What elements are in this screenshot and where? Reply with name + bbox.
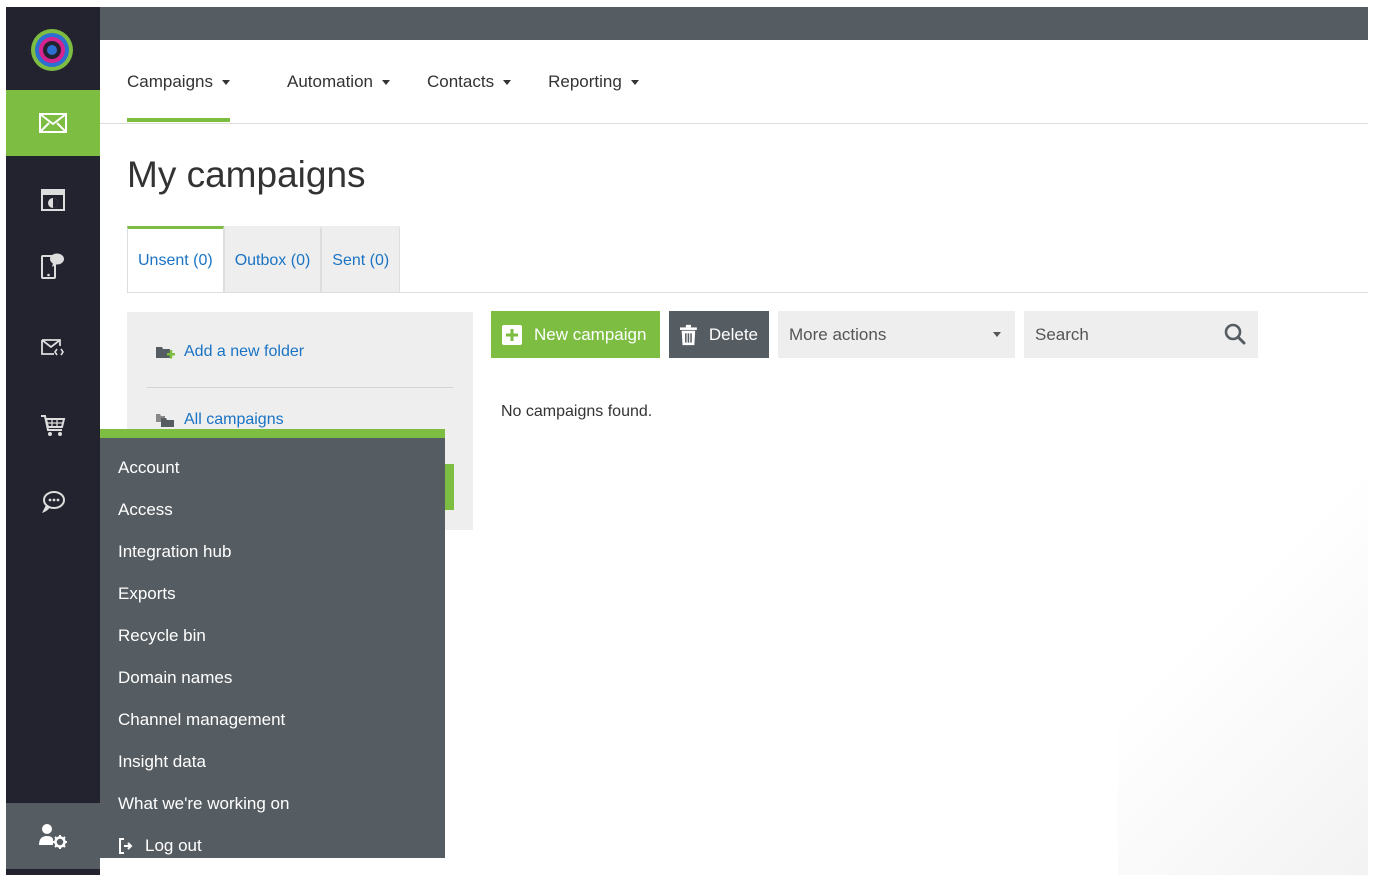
folders-icon [156,414,174,427]
target-logo[interactable] [29,27,75,73]
background-shade [1118,440,1368,875]
nav-reporting-label: Reporting [548,72,622,91]
nav-chat-icon[interactable] [6,469,100,535]
nav-email-code-icon[interactable] [6,313,100,379]
empty-message: No campaigns found. [501,403,653,420]
nav-landing-page-icon[interactable] [6,167,100,233]
add-folder-icon [156,347,175,359]
menu-item-account[interactable]: Account [118,447,179,489]
log-out-icon [119,838,133,854]
top-bar [100,7,1368,40]
nav-ecommerce-icon[interactable] [6,393,100,459]
delete-button[interactable]: Delete [669,311,769,358]
menu-item-integration-hub[interactable]: Integration hub [118,531,231,573]
mobile-message-icon [41,253,64,279]
search-box [1024,311,1258,358]
campaign-tabs: Unsent (0) Outbox (0) Sent (0) [127,226,401,293]
log-out-label: Log out [145,836,202,855]
menu-item-domain-names[interactable]: Domain names [118,657,232,699]
nav-contacts[interactable]: Contacts [427,62,512,102]
search-input[interactable] [1035,324,1205,345]
plus-icon [502,324,522,345]
tab-outbox[interactable]: Outbox (0) [223,226,322,293]
caret-down-icon [630,79,639,85]
folder-divider [147,387,453,388]
all-campaigns-label: All campaigns [184,411,284,428]
user-settings-button[interactable] [6,803,100,869]
new-campaign-button[interactable]: New campaign [491,311,660,358]
email-code-icon [41,339,64,356]
search-icon[interactable] [1224,323,1246,345]
more-actions-label: More actions [789,324,887,344]
nav-automation[interactable]: Automation [287,62,390,102]
tab-unsent[interactable]: Unsent (0) [127,226,224,293]
chat-bubble-icon [42,491,65,513]
nav-sms-icon[interactable] [6,233,100,299]
new-campaign-label: New campaign [534,324,647,344]
left-nav [6,7,100,875]
nav-campaigns[interactable]: Campaigns [127,62,230,122]
menu-item-log-out[interactable]: Log out [118,825,202,867]
caret-down-icon [503,79,512,85]
all-campaigns-link[interactable]: All campaigns [155,411,284,429]
tab-sent[interactable]: Sent (0) [321,226,401,293]
menu-item-exports[interactable]: Exports [118,573,176,615]
page-title: My campaigns [127,154,366,195]
folder-action-button-edge[interactable] [445,464,454,510]
nav-automation-label: Automation [287,72,373,91]
add-folder-link[interactable]: Add a new folder [155,343,304,361]
nav-email-icon[interactable] [6,90,100,156]
caret-down-icon [222,79,230,85]
nav-contacts-label: Contacts [427,72,495,91]
caret-down-icon [993,332,1001,337]
menu-item-access[interactable]: Access [118,489,173,531]
envelope-icon [39,113,67,133]
nav-divider [100,123,1368,124]
settings-menu: Account Access Integration hub Exports R… [100,429,445,858]
delete-label: Delete [708,324,758,344]
trash-icon [680,324,697,345]
more-actions-select[interactable]: More actions [778,311,1015,358]
nav-reporting[interactable]: Reporting [548,62,639,102]
landing-page-icon [41,189,65,211]
menu-item-whats-new[interactable]: What we're working on [118,783,289,825]
main-nav: Campaigns Automation Contacts Reporting [127,62,676,124]
user-settings-icon [39,824,67,849]
shopping-cart-icon [41,415,66,436]
menu-item-channel-management[interactable]: Channel management [118,699,285,741]
nav-campaigns-label: Campaigns [127,72,213,91]
tab-divider [127,292,1368,293]
add-folder-label: Add a new folder [184,343,305,360]
menu-item-recycle-bin[interactable]: Recycle bin [118,615,206,657]
caret-down-icon [382,79,390,85]
menu-item-insight-data[interactable]: Insight data [118,741,206,783]
